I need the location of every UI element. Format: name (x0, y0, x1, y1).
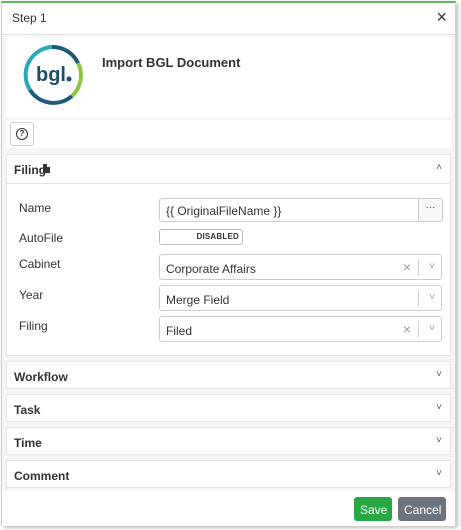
workflow-panel-label: Workflow (14, 370, 68, 384)
comment-panel[interactable]: Comment ˅ (6, 460, 451, 488)
filing-field-label: Filing (19, 319, 48, 333)
time-panel-label: Time (14, 436, 42, 450)
select-separator (418, 259, 419, 275)
dialog-title: Step 1 (12, 11, 47, 25)
chevron-down-icon[interactable]: ˅ (429, 261, 435, 272)
document-icon (43, 164, 50, 173)
time-panel[interactable]: Time ˅ (6, 427, 451, 455)
select-separator (418, 321, 419, 337)
toggle-knob (160, 230, 200, 244)
name-input[interactable]: {{ OriginalFileName }} (159, 198, 419, 222)
year-value: Merge Field (166, 293, 230, 307)
chevron-up-icon: ˄ (436, 162, 442, 173)
step-dialog: Step 1 × bgl Import BGL Document ? Filin… (1, 1, 456, 526)
chevron-down-icon[interactable]: ˅ (429, 292, 435, 303)
dialog-footer: Save Cancel (2, 491, 455, 526)
bgl-logo: bgl (23, 44, 83, 105)
filing-value: Filed (166, 324, 193, 338)
cabinet-label: Cabinet (19, 257, 61, 271)
task-panel[interactable]: Task ˅ (6, 394, 451, 422)
cancel-button[interactable]: Cancel (398, 497, 446, 521)
cabinet-value: Corporate Affairs (166, 262, 256, 276)
filing-panel: Filing ˄ Name {{ OriginalFileName }} ···… (6, 154, 451, 356)
action-header: bgl Import BGL Document (6, 37, 451, 117)
filing-panel-header[interactable]: Filing ˄ (7, 155, 450, 184)
chevron-down-icon: ˅ (436, 369, 442, 380)
help-icon: ? (16, 128, 28, 140)
clear-icon[interactable]: × (403, 259, 411, 275)
clear-icon[interactable]: × (403, 321, 411, 337)
autofile-toggle[interactable]: DISABLED (159, 229, 243, 245)
chevron-down-icon: ˅ (436, 402, 442, 413)
logo-text: bgl (36, 64, 66, 86)
dialog-title-bar: Step 1 × (2, 3, 455, 35)
autofile-label: AutoFile (19, 231, 64, 245)
chevron-down-icon[interactable]: ˅ (429, 323, 435, 334)
name-options-button[interactable]: ··· (419, 198, 443, 222)
task-panel-label: Task (14, 403, 41, 417)
action-name: Import BGL Document (102, 55, 241, 70)
filing-select[interactable]: Filed × ˅ (159, 316, 442, 342)
select-separator (418, 290, 419, 306)
chevron-down-icon: ˅ (436, 435, 442, 446)
help-button[interactable]: ? (10, 122, 34, 146)
chevron-down-icon: ˅ (436, 468, 442, 479)
help-row: ? (6, 120, 451, 148)
save-button[interactable]: Save (354, 497, 392, 521)
close-icon[interactable]: × (436, 7, 447, 27)
comment-panel-label: Comment (14, 469, 70, 483)
year-label: Year (19, 288, 44, 302)
cabinet-select[interactable]: Corporate Affairs × ˅ (159, 254, 442, 280)
year-select[interactable]: Merge Field ˅ (159, 285, 442, 311)
filing-panel-label: Filing (14, 163, 46, 177)
autofile-state: DISABLED (196, 232, 239, 241)
workflow-panel[interactable]: Workflow ˅ (6, 361, 451, 389)
name-label: Name (19, 201, 52, 215)
